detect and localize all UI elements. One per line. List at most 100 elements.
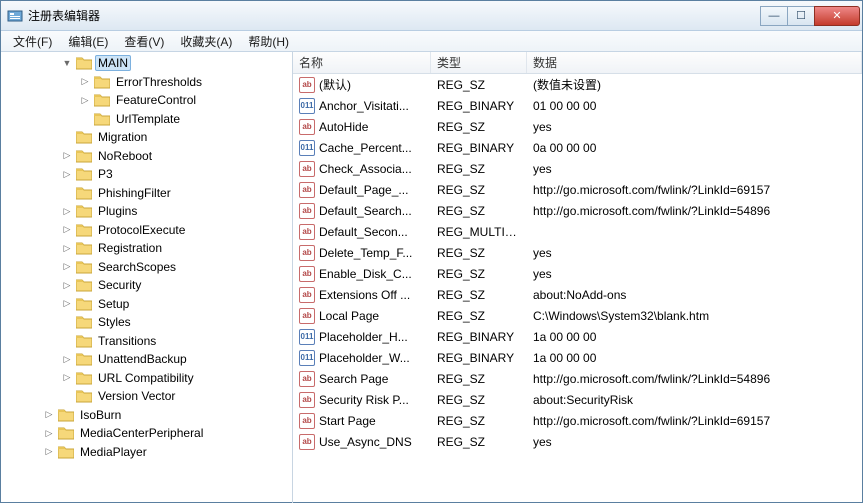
expand-icon[interactable]: ▷ — [61, 205, 73, 217]
expand-icon[interactable]: ▷ — [43, 446, 55, 458]
tree-node[interactable]: Transitions — [1, 332, 292, 351]
titlebar[interactable]: 注册表编辑器 — ☐ ✕ — [1, 1, 862, 31]
tree-node[interactable]: ▷ UnattendBackup — [1, 350, 292, 369]
list-row[interactable]: abLocal PageREG_SZC:\Windows\System32\bl… — [293, 305, 862, 326]
expand-icon[interactable]: ▷ — [61, 150, 73, 162]
tree-label[interactable]: ErrorThresholds — [113, 74, 205, 90]
tree-label[interactable]: MediaCenterPeripheral — [77, 425, 206, 441]
tree-label[interactable]: Styles — [95, 314, 134, 330]
tree-node[interactable]: Migration — [1, 128, 292, 147]
tree-label[interactable]: Registration — [95, 240, 165, 256]
tree-label[interactable]: UnattendBackup — [95, 351, 190, 367]
col-data[interactable]: 数据 — [527, 52, 862, 73]
tree-node[interactable]: ▷ ProtocolExecute — [1, 221, 292, 240]
value-type: REG_SZ — [431, 244, 527, 262]
tree-node[interactable]: UrlTemplate — [1, 110, 292, 129]
tree-node[interactable]: ▷ Setup — [1, 295, 292, 314]
list-row[interactable]: 011Cache_Percent...REG_BINARY0a 00 00 00 — [293, 137, 862, 158]
list-row[interactable]: 011Placeholder_W...REG_BINARY1a 00 00 00 — [293, 347, 862, 368]
value-data: 0a 00 00 00 — [527, 139, 862, 157]
col-name[interactable]: 名称 — [293, 52, 431, 73]
tree-node[interactable]: ▷ URL Compatibility — [1, 369, 292, 388]
expand-icon[interactable]: ▷ — [61, 298, 73, 310]
expand-icon[interactable]: ▷ — [79, 76, 91, 88]
menu-favorites[interactable]: 收藏夹(A) — [172, 31, 240, 52]
expand-icon[interactable]: ▷ — [61, 353, 73, 365]
list-row[interactable]: abSecurity Risk P...REG_SZabout:Security… — [293, 389, 862, 410]
tree-label[interactable]: Plugins — [95, 203, 140, 219]
tree-node[interactable]: ▷ P3 — [1, 165, 292, 184]
tree-node[interactable]: PhishingFilter — [1, 184, 292, 203]
tree-label[interactable]: Security — [95, 277, 144, 293]
menu-help[interactable]: 帮助(H) — [240, 31, 297, 52]
expand-icon[interactable]: ▷ — [61, 279, 73, 291]
list-row[interactable]: abEnable_Disk_C...REG_SZyes — [293, 263, 862, 284]
expand-icon[interactable]: ▷ — [43, 409, 55, 421]
tree-node[interactable]: ▷ SearchScopes — [1, 258, 292, 277]
folder-icon — [76, 167, 92, 181]
tree-label[interactable]: Transitions — [95, 333, 159, 349]
tree-node[interactable]: ▷ MediaCenterPeripheral — [1, 424, 292, 443]
tree-node[interactable]: ▷ IsoBurn — [1, 406, 292, 425]
list-row[interactable]: abDefault_Search...REG_SZhttp://go.micro… — [293, 200, 862, 221]
tree-node[interactable]: ▷ NoReboot — [1, 147, 292, 166]
list-row[interactable]: 011Placeholder_H...REG_BINARY1a 00 00 00 — [293, 326, 862, 347]
no-expand-icon — [61, 316, 73, 328]
tree-node[interactable]: ▷ FeatureControl — [1, 91, 292, 110]
list-row[interactable]: 011Anchor_Visitati...REG_BINARY01 00 00 … — [293, 95, 862, 116]
list-row[interactable]: abDefault_Secon...REG_MULTI_SZ — [293, 221, 862, 242]
tree-label[interactable]: IsoBurn — [77, 407, 124, 423]
value-type: REG_SZ — [431, 391, 527, 409]
list-row[interactable]: abDefault_Page_...REG_SZhttp://go.micros… — [293, 179, 862, 200]
list-row[interactable]: abStart PageREG_SZhttp://go.microsoft.co… — [293, 410, 862, 431]
value-data: about:NoAdd-ons — [527, 286, 862, 304]
tree-label[interactable]: NoReboot — [95, 148, 155, 164]
tree-label[interactable]: PhishingFilter — [95, 185, 174, 201]
menu-view[interactable]: 查看(V) — [116, 31, 172, 52]
list-row[interactable]: abUse_Async_DNSREG_SZyes — [293, 431, 862, 452]
tree-label[interactable]: Setup — [95, 296, 132, 312]
list-row[interactable]: abDelete_Temp_F...REG_SZyes — [293, 242, 862, 263]
tree-node[interactable]: ▼ MAIN — [1, 54, 292, 73]
menu-edit[interactable]: 编辑(E) — [60, 31, 116, 52]
maximize-button[interactable]: ☐ — [787, 6, 815, 26]
tree-node[interactable]: Version Vector — [1, 387, 292, 406]
expand-icon[interactable]: ▷ — [61, 242, 73, 254]
tree-label[interactable]: Version Vector — [95, 388, 178, 404]
tree-label[interactable]: MAIN — [95, 55, 131, 71]
tree-label[interactable]: FeatureControl — [113, 92, 199, 108]
tree-node[interactable]: ▷ Registration — [1, 239, 292, 258]
expand-icon[interactable]: ▷ — [61, 372, 73, 384]
tree-pane[interactable]: ▼ MAIN ▷ ErrorThresholds ▷ FeatureControl UrlT… — [1, 52, 293, 503]
tree-label[interactable]: UrlTemplate — [113, 111, 183, 127]
tree-label[interactable]: P3 — [95, 166, 116, 182]
close-button[interactable]: ✕ — [814, 6, 860, 26]
value-data: about:SecurityRisk — [527, 391, 862, 409]
list-row[interactable]: abSearch PageREG_SZhttp://go.microsoft.c… — [293, 368, 862, 389]
list-row[interactable]: abExtensions Off ...REG_SZabout:NoAdd-on… — [293, 284, 862, 305]
list-row[interactable]: abAutoHideREG_SZyes — [293, 116, 862, 137]
tree-label[interactable]: URL Compatibility — [95, 370, 197, 386]
expand-icon[interactable]: ▷ — [61, 168, 73, 180]
list-row[interactable]: abCheck_Associa...REG_SZyes — [293, 158, 862, 179]
expand-icon[interactable]: ▷ — [43, 427, 55, 439]
tree-label[interactable]: Migration — [95, 129, 150, 145]
col-type[interactable]: 类型 — [431, 52, 527, 73]
value-type: REG_SZ — [431, 370, 527, 388]
tree-label[interactable]: SearchScopes — [95, 259, 179, 275]
tree-node[interactable]: ▷ ErrorThresholds — [1, 73, 292, 92]
list-row[interactable]: ab(默认)REG_SZ(数值未设置) — [293, 74, 862, 95]
tree-node[interactable]: ▷ MediaPlayer — [1, 443, 292, 462]
minimize-button[interactable]: — — [760, 6, 788, 26]
expand-icon[interactable]: ▷ — [61, 224, 73, 236]
collapse-icon[interactable]: ▼ — [61, 57, 73, 69]
tree-node[interactable]: Styles — [1, 313, 292, 332]
tree-node[interactable]: ▷ Plugins — [1, 202, 292, 221]
expand-icon[interactable]: ▷ — [61, 261, 73, 273]
tree-label[interactable]: MediaPlayer — [77, 444, 150, 460]
tree-node[interactable]: ▷ Security — [1, 276, 292, 295]
expand-icon[interactable]: ▷ — [79, 94, 91, 106]
tree-label[interactable]: ProtocolExecute — [95, 222, 188, 238]
menu-file[interactable]: 文件(F) — [5, 31, 60, 52]
values-pane[interactable]: 名称 类型 数据 ab(默认)REG_SZ(数值未设置)011Anchor_Vi… — [293, 52, 862, 503]
